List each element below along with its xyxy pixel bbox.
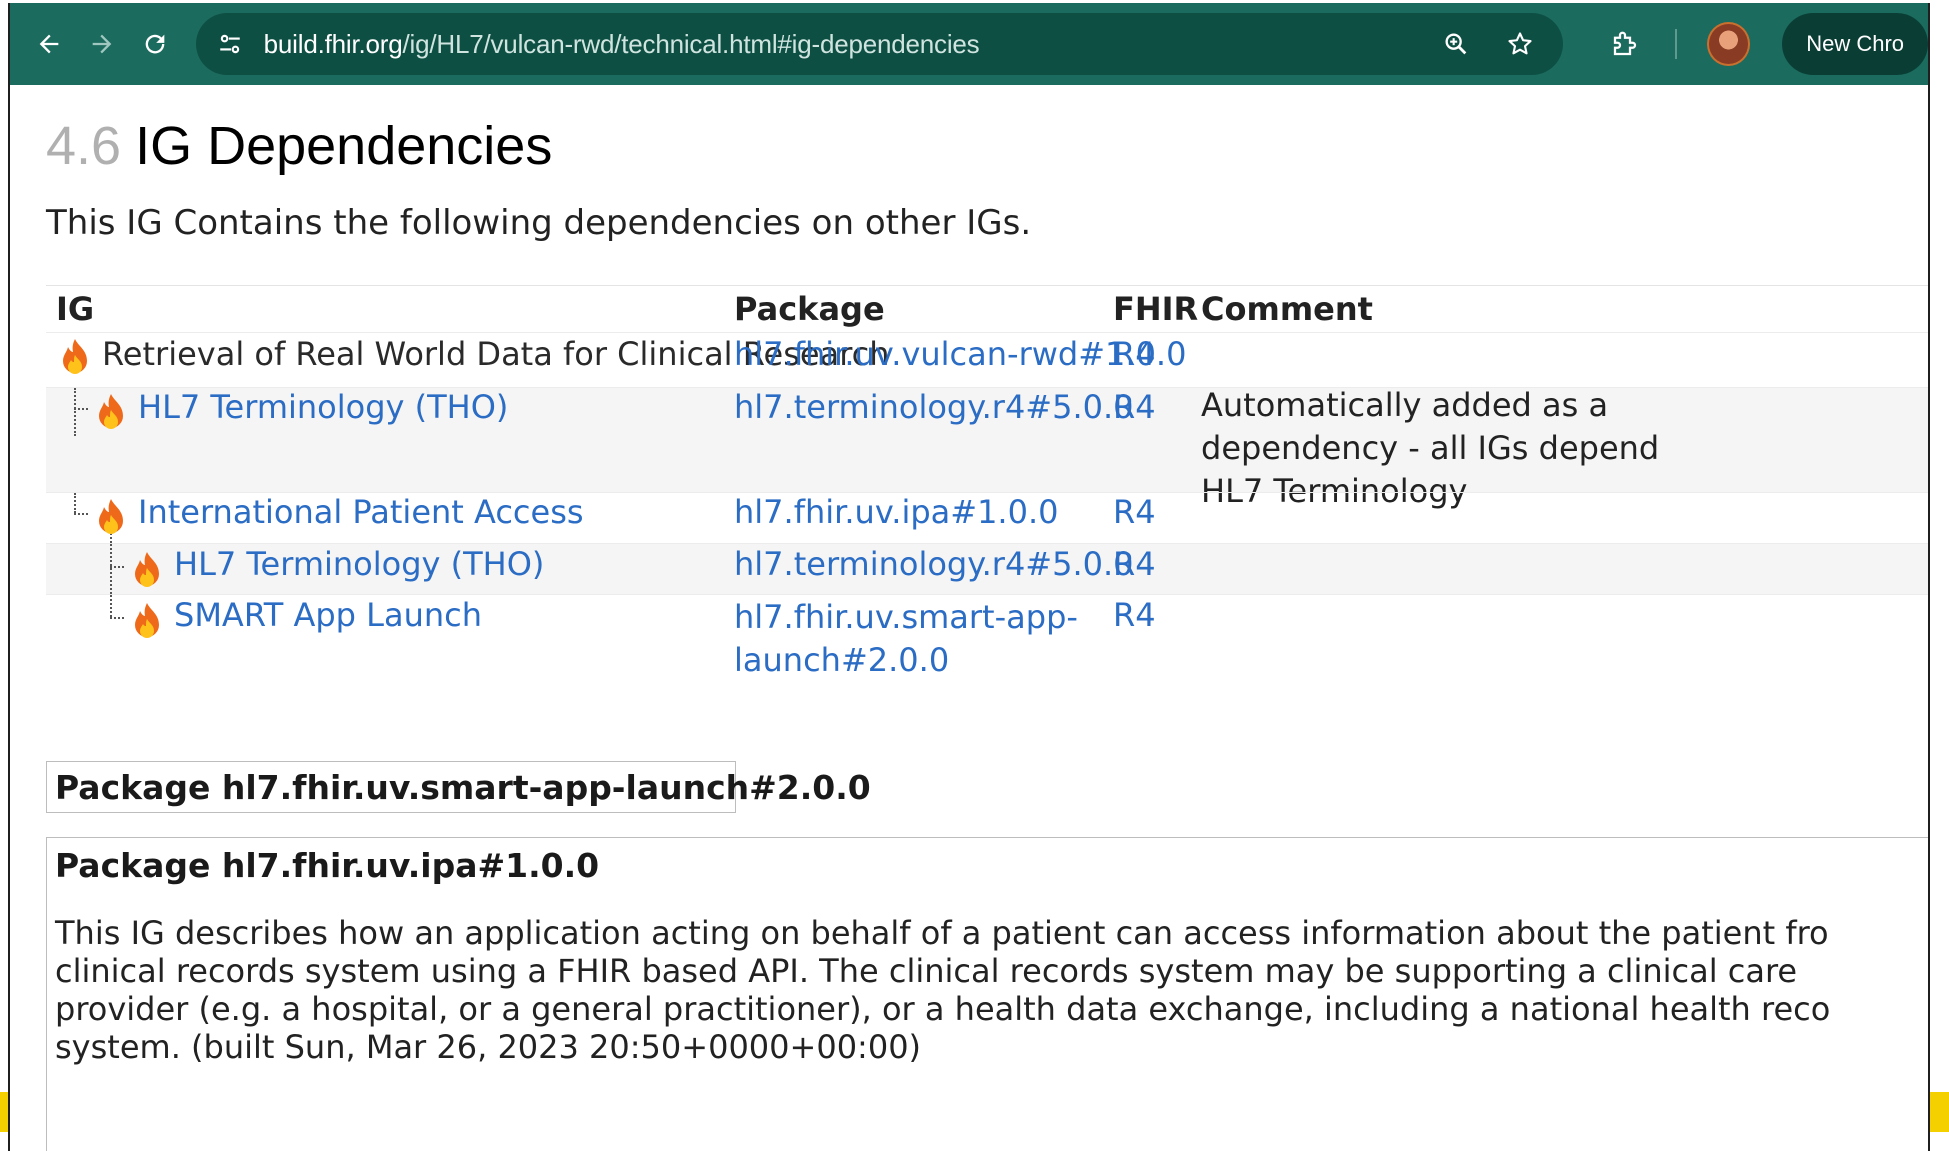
- intro-text: This IG Contains the following dependenc…: [46, 203, 1032, 243]
- browser-toolbar: build.fhir.org/ig/HL7/vulcan-rwd/technic…: [10, 3, 1928, 85]
- tree-connector: [110, 566, 124, 568]
- description-line: system. (built Sun, Mar 26, 2023 20:50+0…: [55, 1028, 922, 1066]
- back-button[interactable]: [22, 17, 75, 71]
- fhir-flame-icon: [135, 603, 159, 638]
- zoom-icon: [1445, 33, 1467, 55]
- tree-connector: [74, 388, 76, 436]
- description-line: This IG describes how an application act…: [55, 914, 1829, 952]
- package-link[interactable]: hl7.terminology.r4#5.0.0: [734, 388, 1134, 426]
- fhir-flame-icon: [99, 499, 123, 534]
- section-title: IG Dependencies: [135, 116, 553, 176]
- fhir-version-link[interactable]: R4: [1113, 335, 1156, 373]
- fhir-flame-icon: [99, 394, 123, 429]
- table-row: Retrieval of Real World Data for Clinica…: [46, 332, 1928, 387]
- comment-line: dependency - all IGs depend: [1201, 429, 1660, 467]
- description-line: provider (e.g. a hospital, or a general …: [55, 990, 1831, 1028]
- package-title: Package hl7.fhir.uv.smart-app-launch#2.0…: [55, 768, 871, 807]
- toolbar-divider: [1674, 29, 1677, 59]
- header-comment: Comment: [1201, 290, 1373, 328]
- extensions-icon: [1613, 31, 1637, 56]
- url-path: /ig/HL7/vulcan-rwd/technical.html#ig-dep…: [402, 28, 980, 59]
- dependencies-table: IG Package FHIR Comment Retrieval of Rea…: [46, 285, 1928, 682]
- table-row: SMART App Launch hl7.fhir.uv.smart-app- …: [46, 594, 1928, 682]
- new-chrome-button[interactable]: New Chro: [1782, 13, 1928, 75]
- fhir-flame-icon: [63, 339, 87, 374]
- tree-connector: [110, 544, 112, 594]
- fhir-flame-icon: [135, 552, 159, 587]
- ig-link[interactable]: SMART App Launch: [174, 596, 482, 634]
- page-content: 4.6 IG Dependencies This IG Contains the …: [10, 85, 1928, 1151]
- fhir-version-link[interactable]: R4: [1113, 388, 1156, 426]
- url-host: build.fhir.org: [263, 28, 403, 59]
- address-bar[interactable]: build.fhir.org/ig/HL7/vulcan-rwd/technic…: [195, 13, 1564, 75]
- back-arrow-icon: [39, 34, 58, 54]
- profile-avatar[interactable]: [1706, 22, 1751, 66]
- table-row: HL7 Terminology (THO) hl7.terminology.r4…: [46, 386, 1928, 510]
- url-text[interactable]: build.fhir.org/ig/HL7/vulcan-rwd/technic…: [264, 29, 980, 60]
- site-info-icon: [219, 34, 240, 54]
- package-link[interactable]: hl7.fhir.uv.smart-app- launch#2.0.0: [734, 596, 1078, 682]
- table-header: IG Package FHIR Comment: [46, 285, 1928, 332]
- package-link[interactable]: hl7.terminology.r4#5.0.0: [734, 545, 1134, 583]
- left-yellow-marker: [0, 1092, 8, 1132]
- fhir-version-link[interactable]: R4: [1113, 545, 1156, 583]
- tree-connector: [74, 493, 76, 513]
- reload-icon: [145, 34, 165, 54]
- description-line: clinical records system using a FHIR bas…: [55, 952, 1798, 990]
- bookmark-star-button[interactable]: [1505, 29, 1535, 59]
- table-row: HL7 Terminology (THO) hl7.terminology.r4…: [46, 543, 1928, 594]
- package-title: Package hl7.fhir.uv.ipa#1.0.0: [55, 846, 600, 885]
- star-icon: [1508, 32, 1532, 55]
- reload-button[interactable]: [128, 17, 181, 71]
- package-line: hl7.fhir.uv.smart-app-: [734, 598, 1078, 636]
- tree-connector: [110, 617, 124, 619]
- ig-link[interactable]: HL7 Terminology (THO): [174, 545, 544, 583]
- section-heading: 4.6 IG Dependencies: [46, 115, 552, 177]
- zoom-button[interactable]: [1441, 29, 1471, 59]
- package-box-smart: Package hl7.fhir.uv.smart-app-launch#2.0…: [46, 761, 871, 813]
- package-link[interactable]: hl7.fhir.uv.ipa#1.0.0: [734, 493, 1058, 531]
- fhir-version-link[interactable]: R4: [1113, 493, 1156, 531]
- package-box-ipa: Package hl7.fhir.uv.ipa#1.0.0 This IG de…: [46, 837, 1928, 1151]
- comment-line: Automatically added as a: [1201, 386, 1609, 424]
- site-info-button[interactable]: [208, 22, 252, 66]
- package-line: launch#2.0.0: [734, 641, 950, 679]
- forward-button[interactable]: [75, 17, 128, 71]
- package-description: This IG describes how an application act…: [55, 914, 1928, 1066]
- section-number: 4.6: [46, 116, 122, 176]
- ig-link[interactable]: International Patient Access: [138, 493, 584, 531]
- browser-window: build.fhir.org/ig/HL7/vulcan-rwd/technic…: [8, 3, 1930, 1151]
- right-yellow-marker: [1930, 1092, 1949, 1132]
- tree-connector: [110, 595, 112, 617]
- tree-connector: [74, 408, 88, 410]
- table-row: International Patient Access hl7.fhir.uv…: [46, 492, 1928, 543]
- header-fhir: FHIR: [1113, 290, 1199, 328]
- ig-link[interactable]: HL7 Terminology (THO): [138, 388, 508, 426]
- extensions-button[interactable]: [1605, 24, 1644, 64]
- header-ig: IG: [56, 290, 95, 328]
- header-package: Package: [734, 290, 885, 328]
- tree-connector: [74, 513, 88, 515]
- forward-arrow-icon: [92, 34, 112, 54]
- fhir-version-link[interactable]: R4: [1113, 596, 1156, 634]
